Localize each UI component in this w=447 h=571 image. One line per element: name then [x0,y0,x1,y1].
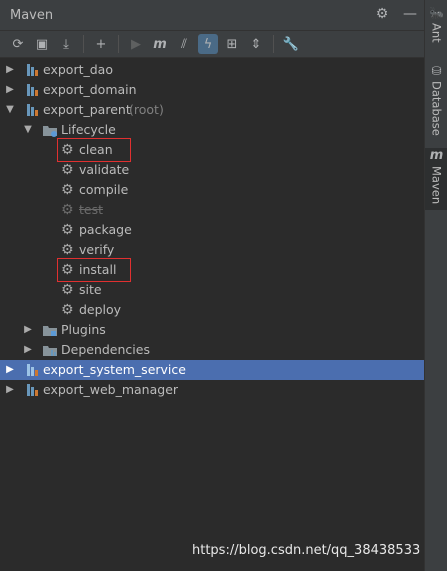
phase-label: package [79,222,132,237]
show-dependencies-icon[interactable]: ⊞ [222,34,242,54]
gear-icon[interactable]: ⚙ [374,6,390,22]
sidebar-tab-label: Database [429,81,444,136]
tree-item-label: Plugins [61,322,106,337]
tree-item-export-web-manager[interactable]: ▶ export_web_manager [0,380,424,400]
tree-item-export-dao[interactable]: ▶ export_dao [0,60,424,80]
phase-label: deploy [79,302,122,317]
sidebar-tab-label: Maven [429,166,444,205]
lifecycle-phase-verify[interactable]: ⚙ verify [0,240,424,260]
maven-module-icon [27,64,38,76]
refresh-icon[interactable]: ⟳ [8,34,28,54]
tree-item-lifecycle[interactable]: ▼ Lifecycle [0,120,424,140]
maven-module-icon [27,84,38,96]
download-icon[interactable]: ⤓ [56,34,76,54]
skip-tests-icon[interactable]: ϟ [198,34,218,54]
settings-wrench-icon[interactable]: 🔧 [281,34,301,54]
title-bar: Maven ⚙ — [0,0,424,31]
phase-label: site [79,282,102,297]
maven-toolbar: ⟳ ▣ ⤓ + ▶ m ⫽ ϟ ⊞ ⇕ 🔧 [0,31,432,58]
expand-arrow-icon[interactable]: ▶ [22,340,34,360]
phase-label: compile [79,182,129,197]
folder-gear-icon [43,126,57,137]
highlight-box-clean [57,138,131,162]
lifecycle-phase-validate[interactable]: ⚙ validate [0,160,424,180]
tree-item-label: export_dao [43,62,113,77]
maven-project-tree: ▶ export_dao ▶ export_domain ▼ export_pa… [0,58,424,571]
toggle-offline-icon[interactable]: ⫽ [174,34,194,54]
expand-arrow-icon[interactable]: ▶ [4,360,16,380]
toolbar-separator [83,35,84,53]
database-icon: ⛁ [431,64,442,78]
tree-item-label: export_web_manager [43,382,179,397]
folder-plugin-icon [43,326,57,336]
lifecycle-phase-deploy[interactable]: ⚙ deploy [0,300,424,320]
sidebar-tab-label: Ant [429,23,444,43]
tree-item-plugins[interactable]: ▶ Plugins [0,320,424,340]
highlight-box-install [57,258,131,282]
hide-panel-icon[interactable]: — [402,6,418,22]
gear-icon: ⚙ [61,222,74,238]
gear-icon: ⚙ [61,162,74,178]
phase-label: validate [79,162,130,177]
window-title: Maven [10,8,54,23]
run-icon[interactable]: ▶ [126,34,146,54]
maven-icon: m [429,148,444,163]
gear-icon: ⚙ [61,282,74,298]
maven-module-icon [27,364,38,376]
expand-arrow-icon[interactable]: ▶ [4,60,16,80]
right-tool-strip: 🐜 Ant ⛁ Database m Maven [424,0,447,571]
tree-item-dependencies[interactable]: ▶ Dependencies [0,340,424,360]
tree-item-label: Lifecycle [61,122,116,137]
gear-icon: ⚙ [61,182,74,198]
plus-icon[interactable]: + [91,34,111,54]
sidebar-tab-database[interactable]: ⛁ Database [425,64,447,140]
lifecycle-phase-site[interactable]: ⚙ site [0,280,424,300]
maven-module-icon [27,104,38,116]
collapse-arrow-icon[interactable]: ▼ [4,100,16,120]
maven-goal-icon[interactable]: m [150,34,170,54]
tree-item-label: export_domain [43,82,137,97]
sidebar-tab-ant[interactable]: 🐜 Ant [425,6,447,54]
toolbar-separator [118,35,119,53]
tree-item-label: export_system_service [43,362,186,377]
gear-icon: ⚙ [61,302,74,318]
phase-label: test [79,202,104,217]
sidebar-tab-maven[interactable]: m Maven [425,148,447,210]
tree-item-export-parent[interactable]: ▼ export_parent (root) [0,100,424,120]
expand-arrow-icon[interactable]: ▶ [22,320,34,340]
collapse-all-icon[interactable]: ⇕ [246,34,266,54]
root-suffix: (root) [129,102,164,117]
tree-item-export-domain[interactable]: ▶ export_domain [0,80,424,100]
expand-arrow-icon[interactable]: ▶ [4,80,16,100]
lifecycle-phase-test[interactable]: ⚙ test [0,200,424,220]
tree-item-export-system-service[interactable]: ▶ export_system_service [0,360,424,380]
tree-item-label: export_parent [43,102,131,117]
add-project-icon[interactable]: ▣ [32,34,52,54]
folder-dependencies-icon [43,346,57,356]
phase-label: verify [79,242,115,257]
toolbar-separator [273,35,274,53]
gear-icon: ⚙ [61,202,74,218]
watermark-text: https://blog.csdn.net/qq_38438533 [192,543,421,558]
maven-module-icon [27,384,38,396]
collapse-arrow-icon[interactable]: ▼ [22,120,34,140]
gear-icon: ⚙ [61,242,74,258]
ant-icon: 🐜 [429,6,444,20]
maven-tool-window: Maven ⚙ — ⟳ ▣ ⤓ + ▶ m ⫽ ϟ ⊞ ⇕ 🔧 ▶ export… [0,0,432,571]
expand-arrow-icon[interactable]: ▶ [4,380,16,400]
lifecycle-phase-compile[interactable]: ⚙ compile [0,180,424,200]
lifecycle-phase-package[interactable]: ⚙ package [0,220,424,240]
tree-item-label: Dependencies [61,342,150,357]
